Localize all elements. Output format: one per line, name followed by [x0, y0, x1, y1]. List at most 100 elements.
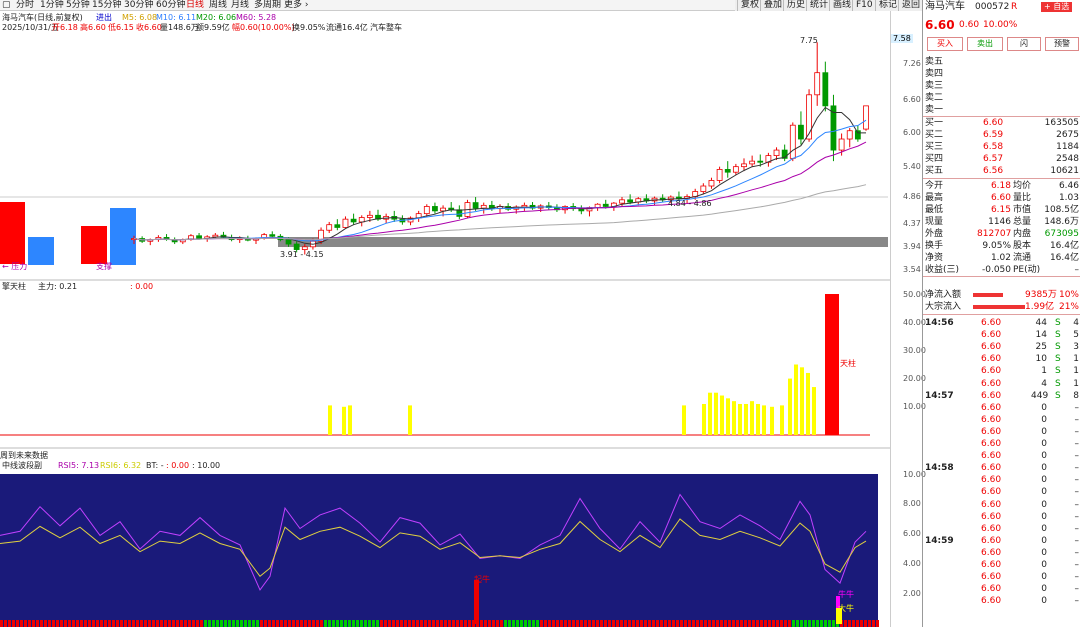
signal-strip — [408, 620, 411, 627]
signal-strip — [332, 620, 335, 627]
tick-row: 6.60 10 S 1 — [925, 353, 1079, 365]
signal-strip — [440, 620, 443, 627]
sub1-bar — [328, 405, 332, 435]
signal-strip — [740, 620, 743, 627]
tick-row-c4: – — [1074, 487, 1080, 498]
signal-strip — [824, 620, 827, 627]
signal-strip — [428, 620, 431, 627]
signal-strip — [712, 620, 715, 627]
candle-body — [423, 206, 430, 215]
signal-strip — [368, 620, 371, 627]
tick-row-c4: 3 — [1073, 342, 1079, 353]
bid-row-c0: 买二 — [925, 130, 944, 140]
sub1-bar — [726, 398, 730, 435]
tick-row-c3: S — [1055, 342, 1061, 353]
tick-row: 6.60 0 – — [925, 571, 1079, 583]
signal-strip — [404, 620, 407, 627]
alert-button[interactable]: 预警 — [1045, 37, 1079, 51]
tick-row-c1: 6.60 — [981, 366, 1002, 377]
ma20-line — [133, 141, 867, 241]
signal-strip — [568, 620, 571, 627]
signal-strip — [808, 620, 811, 627]
sub1-bar — [732, 401, 736, 435]
stat-row-c0: 最高 — [925, 193, 944, 203]
signal-strip — [600, 620, 603, 627]
candle-body — [708, 180, 715, 187]
candle-body — [350, 218, 357, 223]
signal-strip — [760, 620, 763, 627]
axis-s2-1: 8.00 — [903, 499, 921, 508]
tick-row: 14:56 6.60 44 S 4 — [925, 317, 1079, 329]
candle-body — [472, 202, 479, 209]
signal-strip — [844, 620, 847, 627]
tick-row-c4: – — [1074, 596, 1080, 607]
signal-strip — [152, 620, 155, 627]
signal-strip — [572, 620, 575, 627]
signal-strip — [520, 620, 523, 627]
tick-row-c4: – — [1074, 572, 1080, 583]
signal-strip — [684, 620, 687, 627]
flow-row: 净流入额 9385万 10% — [925, 289, 1079, 301]
signal-strip — [548, 620, 551, 627]
signal-strip — [868, 620, 871, 627]
tick-row: 6.60 0 – — [925, 499, 1079, 511]
tick-row-c1: 6.60 — [981, 451, 1002, 462]
signal-strip — [156, 620, 159, 627]
sub1-bar — [714, 392, 718, 435]
candle-body — [326, 224, 333, 231]
stat-row-c3: 16.4亿 — [1049, 241, 1079, 251]
signal-strip — [528, 620, 531, 627]
signal-strip — [284, 620, 287, 627]
signal-strip — [68, 620, 71, 627]
signal-strip — [88, 620, 91, 627]
tick-row-c3: S — [1055, 390, 1061, 401]
signal-strip — [20, 620, 23, 627]
sub1-bar — [750, 401, 754, 435]
left-block-blue — [28, 237, 54, 265]
tick-row-c4: – — [1074, 499, 1080, 510]
sell-button[interactable]: 卖出 — [967, 37, 1003, 51]
tool-right-7[interactable]: 返回 — [898, 0, 920, 11]
signal-strip — [780, 620, 783, 627]
bid-row: 买四 6.57 2548 — [925, 153, 1079, 165]
tick-row-c2: 0 — [1041, 463, 1047, 474]
tick-row-c2: 25 — [1035, 342, 1047, 353]
tick-row-c4: – — [1074, 439, 1080, 449]
signal-strip — [256, 620, 259, 627]
sub1-bar — [348, 405, 352, 435]
signal-strip — [184, 620, 187, 627]
signal-strip — [100, 620, 103, 627]
tick-row: 6.60 14 S 5 — [925, 329, 1079, 341]
signal-strip — [236, 620, 239, 627]
tick-row: 14:58 6.60 0 – — [925, 462, 1079, 474]
tick-row-c2: 10 — [1035, 354, 1047, 365]
signal-strip — [320, 620, 323, 627]
signal-strip — [168, 620, 171, 627]
signal-strip — [828, 620, 831, 627]
signal-strip — [636, 620, 639, 627]
signal-strip — [272, 620, 275, 627]
candle-body — [285, 239, 292, 245]
tick-row-c1: 6.60 — [981, 572, 1002, 583]
signal-strip — [348, 620, 351, 627]
add-watchlist-button[interactable]: + 自选 — [1041, 2, 1073, 12]
flash-button[interactable]: 闪 — [1007, 37, 1041, 51]
tick-row: 14:59 6.60 0 – — [925, 535, 1079, 547]
buy-button[interactable]: 买入 — [927, 37, 963, 51]
signal-strip — [744, 620, 747, 627]
signal-strip — [852, 620, 855, 627]
signal-strip — [632, 620, 635, 627]
candle-body — [822, 72, 829, 107]
ask-row-c0: 卖四 — [925, 69, 944, 79]
ask-row-c0: 卖二 — [925, 93, 944, 103]
kline-chart[interactable] — [0, 0, 890, 627]
qiniu-bar — [474, 580, 479, 624]
tick-row-c1: 6.60 — [981, 475, 1002, 486]
signal-strip — [304, 620, 307, 627]
signal-strip — [664, 620, 667, 627]
candle-body — [342, 218, 349, 228]
candle-body — [196, 235, 202, 239]
tick-row-c2: 449 — [1031, 390, 1049, 401]
bid-row-c2: 2548 — [1056, 154, 1079, 164]
signal-strip — [48, 620, 51, 627]
